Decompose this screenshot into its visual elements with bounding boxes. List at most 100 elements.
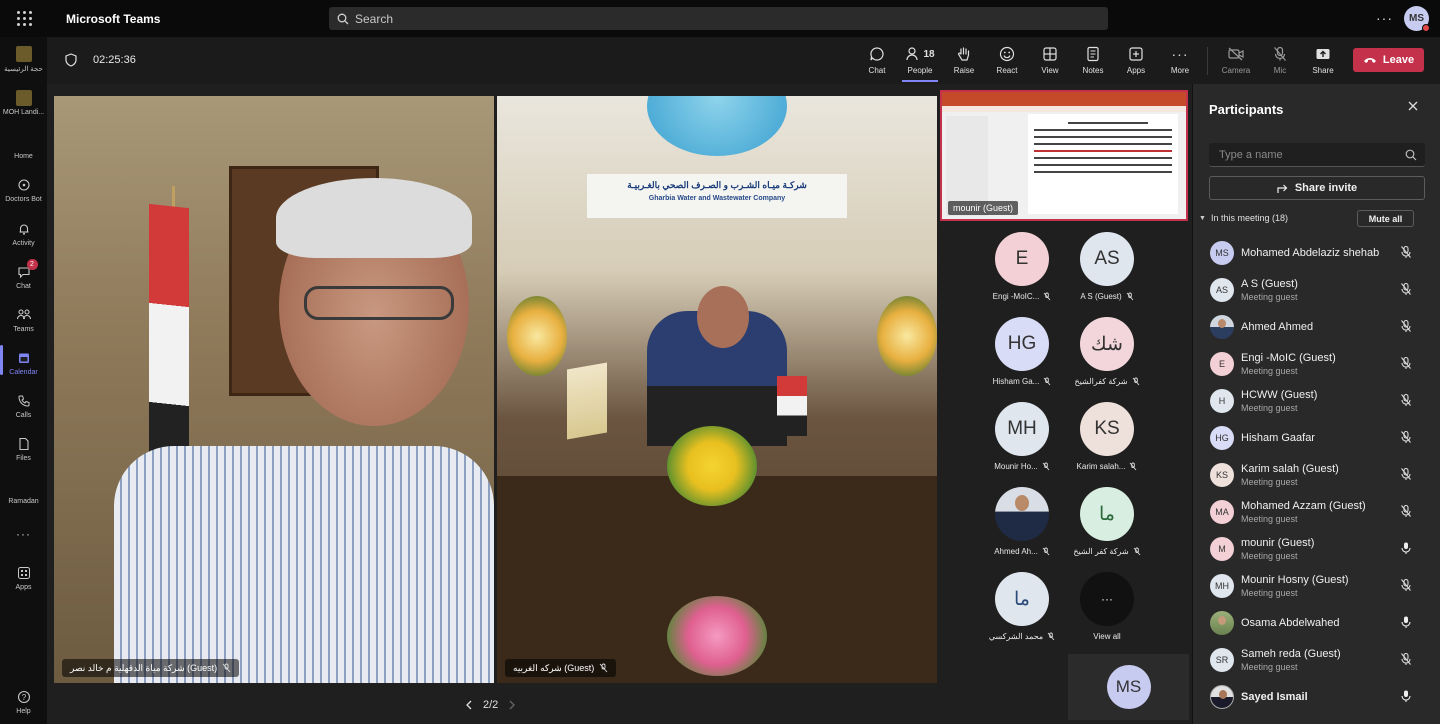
participant-row[interactable]: Sayed Ismail (1193, 678, 1440, 715)
participant-row[interactable]: E Engi -MoIC (Guest) Meeting guest (1193, 345, 1440, 382)
rail-item-help[interactable]: ? Help (0, 688, 47, 715)
close-icon[interactable] (1407, 100, 1419, 112)
participant-tile[interactable]: E Engi -MoIC... (982, 232, 1062, 314)
rail-label: حجة الرئيسية (4, 66, 43, 73)
rail-item-files[interactable]: Files (0, 435, 47, 462)
participant-row[interactable]: SR Sameh reda (Guest) Meeting guest (1193, 641, 1440, 678)
participant-tile[interactable]: HG Hisham Ga... (982, 317, 1062, 399)
app-tile-icon (15, 90, 32, 106)
participant-name: Hisham Ga... (992, 377, 1040, 386)
left-rail: حجة الرئيسية MOH Landi... Home Doctors B… (0, 37, 47, 724)
in-meeting-section-toggle[interactable]: ▼ In this meeting (18) (1199, 213, 1288, 223)
leave-button[interactable]: Leave (1353, 48, 1424, 72)
rail-item-teams[interactable]: Teams (0, 306, 47, 333)
more-label: More (1170, 66, 1190, 75)
participant-avatar: AS (1210, 277, 1234, 302)
phone-icon (15, 392, 33, 410)
search-bar[interactable]: Search (329, 7, 1108, 30)
participant-row[interactable]: M mounir (Guest) Meeting guest (1193, 530, 1440, 567)
mic-on-icon (1401, 616, 1411, 628)
participant-tile[interactable]: AS A S (Guest) (1067, 232, 1147, 314)
participant-tile[interactable]: Ahmed Ah... (982, 487, 1062, 569)
more-dots-icon: ··· (1171, 46, 1189, 62)
chat-button[interactable]: Chat (857, 45, 897, 75)
people-button[interactable]: 18 People (900, 45, 940, 82)
settings-more-button[interactable]: ··· (1376, 10, 1393, 26)
rail-item-calendar[interactable]: Calendar (0, 345, 47, 376)
rail-item-doctors-bot[interactable]: Doctors Bot (0, 176, 47, 203)
participant-tile[interactable]: MH Mounir Ho... (982, 402, 1062, 484)
flower-arrangement (507, 296, 567, 376)
participant-avatar: M (1210, 536, 1234, 561)
chevron-left-icon[interactable] (465, 700, 473, 710)
participant-tile[interactable]: KS Karim salah... (1067, 402, 1147, 484)
rail-item-calls[interactable]: Calls (0, 392, 47, 419)
view-all-label: View all (1093, 632, 1121, 641)
participant-tile[interactable]: ما شركة كفر الشيخ (1067, 487, 1147, 569)
apps-button[interactable]: Apps (1116, 45, 1156, 75)
notes-button[interactable]: Notes (1073, 45, 1113, 75)
app-launcher-button[interactable] (0, 0, 48, 37)
participant-avatar: HG (995, 317, 1049, 371)
rail-item-home[interactable]: Home (0, 133, 47, 160)
file-icon (15, 435, 33, 453)
rail-label: Chat (16, 283, 31, 290)
person-hair (276, 178, 472, 258)
more-dots-icon: ··· (1080, 572, 1134, 626)
rail-item-ramadan[interactable]: Ramadan (0, 478, 47, 505)
view-all-button[interactable]: ··· View all (1067, 572, 1147, 654)
video-tile-gharbia[interactable]: شركـة ميـاه الشـرب و الصـرف الصحي بالغـر… (497, 96, 937, 683)
rail-item-activity[interactable]: Activity (0, 220, 47, 247)
mute-all-button[interactable]: Mute all (1357, 210, 1414, 227)
participant-name: Sameh reda (Guest) (1241, 647, 1341, 660)
company-banner: شركـة ميـاه الشـرب و الصـرف الصحي بالغـر… (587, 174, 847, 218)
participant-role: Meeting guest (1241, 365, 1298, 376)
participant-row[interactable]: H HCWW (Guest) Meeting guest (1193, 382, 1440, 419)
mic-off-icon (1044, 292, 1051, 301)
participant-row[interactable]: HG Hisham Gaafar (1193, 419, 1440, 456)
people-label: People (907, 66, 933, 75)
video-tile-dakahlia[interactable]: شركة مياة الدقهلية م خالد نصر (Guest) (54, 96, 494, 683)
participant-search-input[interactable]: Type a name (1209, 143, 1425, 167)
participant-tile[interactable]: شك شركة كفرالشيخ (1067, 317, 1147, 399)
rail-item-home-page[interactable]: حجة الرئيسية (0, 45, 47, 73)
mic-off-icon (1401, 393, 1411, 406)
meeting-stage: شركة مياة الدقهلية م خالد نصر (Guest) شر… (47, 84, 1192, 724)
participant-name: mounir (Guest) (1241, 536, 1315, 549)
share-invite-label: Share invite (1294, 182, 1358, 194)
person-shirt (114, 446, 494, 683)
mic-off-icon (1044, 377, 1051, 386)
mic-button[interactable]: Mic (1260, 45, 1300, 75)
participant-tile[interactable]: ما محمد الشركسي (982, 572, 1062, 654)
ppt-toolbar (942, 106, 1186, 112)
share-button[interactable]: Share (1303, 45, 1343, 75)
react-button[interactable]: React (987, 45, 1027, 75)
participant-row[interactable]: Osama Abdelwahed (1193, 604, 1440, 641)
participant-row[interactable]: KS Karim salah (Guest) Meeting guest (1193, 456, 1440, 493)
rail-item-chat[interactable]: 2 Chat (0, 259, 47, 290)
participant-row[interactable]: AS A S (Guest) Meeting guest (1193, 271, 1440, 308)
more-button[interactable]: ··· More (1160, 45, 1200, 75)
company-logo (647, 96, 787, 156)
in-meeting-label: In this meeting (18) (1210, 213, 1288, 223)
participant-role: Meeting guest (1241, 513, 1298, 524)
self-video-tile[interactable]: MS (1068, 654, 1189, 720)
people-count: 18 (923, 48, 935, 60)
rail-item-apps[interactable]: Apps (0, 564, 47, 591)
raise-hand-button[interactable]: Raise (944, 45, 984, 75)
chevron-right-icon[interactable] (508, 700, 516, 710)
participant-row[interactable]: MS Mohamed Abdelaziz shehab (1193, 234, 1440, 271)
rail-more-button[interactable]: ··· (0, 525, 47, 545)
profile-avatar[interactable]: MS (1404, 6, 1430, 32)
participant-photo (1210, 610, 1234, 635)
camera-button[interactable]: Camera (1216, 45, 1256, 75)
share-invite-button[interactable]: Share invite (1209, 176, 1425, 200)
shared-screen-thumbnail[interactable]: mounir (Guest) (940, 90, 1188, 221)
rail-item-moh-landing[interactable]: MOH Landi... (0, 89, 47, 116)
view-label: View (1041, 66, 1059, 75)
view-button[interactable]: View (1030, 45, 1070, 75)
participant-row[interactable]: Ahmed Ahmed (1193, 308, 1440, 345)
notes-label: Notes (1082, 66, 1104, 75)
participant-row[interactable]: MA Mohamed Azzam (Guest) Meeting guest (1193, 493, 1440, 530)
participant-row[interactable]: MH Mounir Hosny (Guest) Meeting guest (1193, 567, 1440, 604)
